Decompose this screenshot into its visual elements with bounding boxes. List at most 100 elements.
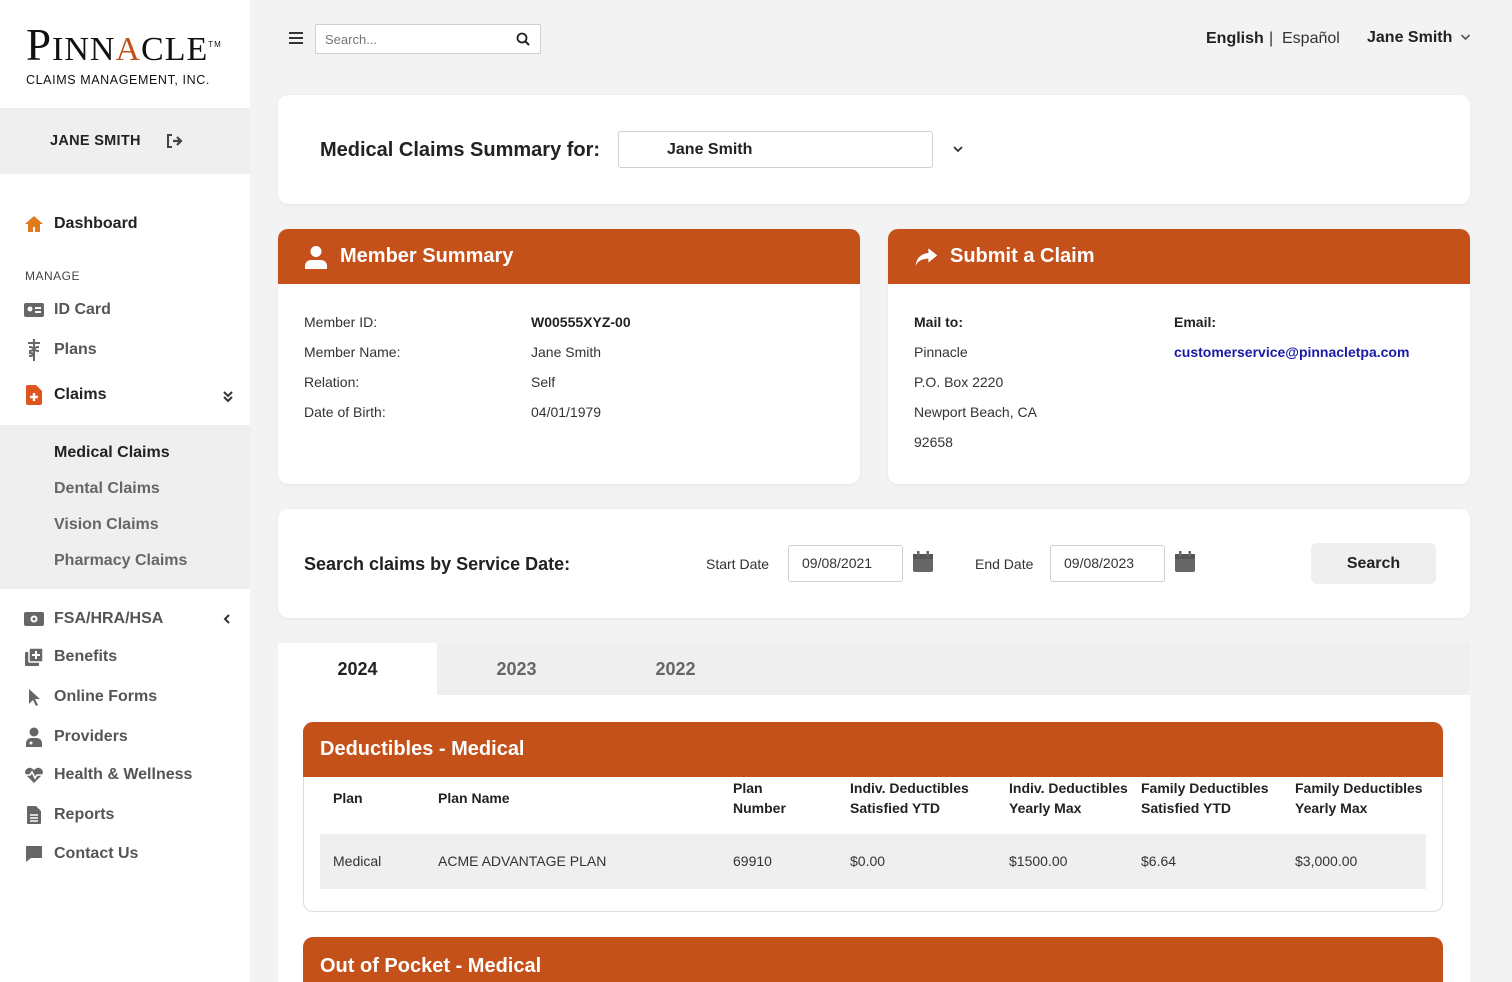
start-date-label: Start Date bbox=[706, 556, 770, 572]
search-claims-label: Search claims by Service Date: bbox=[304, 554, 571, 574]
sidebar-subitem-pharmacy-claims[interactable]: Pharmacy Claims bbox=[54, 552, 187, 570]
deductibles-title: Deductibles - Medical bbox=[303, 722, 1443, 777]
deductibles-card: Deductibles - Medical Plan Plan Name Pla… bbox=[303, 722, 1443, 912]
member-id-value: W00555XYZ-00 bbox=[531, 314, 631, 330]
search-button[interactable]: Search bbox=[1311, 543, 1436, 584]
tab-2022[interactable]: 2022 bbox=[596, 643, 755, 695]
sidebar-item-label: Providers bbox=[54, 728, 128, 745]
logo-subtitle: CLAIMS MANAGEMENT, INC. bbox=[26, 73, 210, 87]
email-label: Email: bbox=[1174, 314, 1217, 330]
table-cell-family-max: $3,000.00 bbox=[1295, 853, 1358, 869]
chevron-down-icon bbox=[1460, 32, 1471, 44]
table-cell-indiv-satisfied: $0.00 bbox=[850, 853, 886, 869]
member-name-label: Member Name: bbox=[304, 344, 401, 360]
search-claims-card: Search claims by Service Date: Start Dat… bbox=[278, 509, 1470, 618]
mail-line: Newport Beach, CA bbox=[914, 404, 1037, 420]
language-english[interactable]: English bbox=[1206, 30, 1264, 48]
table-header-family-satisfied: Family Deductibles Satisfied YTD bbox=[1141, 780, 1269, 816]
end-date-label: End Date bbox=[975, 556, 1034, 572]
submit-claim-header: Submit a Claim bbox=[888, 229, 1470, 284]
out-of-pocket-title: Out of Pocket - Medical bbox=[303, 937, 1443, 982]
sidebar-item-claims[interactable]: Claims bbox=[24, 383, 106, 407]
money-icon bbox=[24, 609, 44, 629]
double-chevron-down-icon[interactable] bbox=[222, 389, 234, 406]
sidebar-item-label: Reports bbox=[54, 806, 115, 823]
sidebar-subitem-medical-claims[interactable]: Medical Claims bbox=[54, 444, 170, 462]
sidebar: PINNACLETM CLAIMS MANAGEMENT, INC. JANE … bbox=[0, 0, 250, 982]
sidebar-item-label: Claims bbox=[54, 386, 107, 403]
mail-line: P.O. Box 2220 bbox=[914, 374, 1004, 390]
logo-text-2: CLE bbox=[141, 31, 209, 68]
claims-submenu: Medical Claims Dental Claims Vision Clai… bbox=[0, 425, 250, 589]
member-summary-header: Member Summary bbox=[278, 229, 860, 284]
sidebar-item-fsa[interactable]: FSA/HRA/HSA bbox=[24, 607, 163, 631]
home-icon bbox=[24, 214, 44, 234]
sidebar-item-online-forms[interactable]: Online Forms bbox=[24, 685, 157, 709]
logo-text-1: INN bbox=[52, 31, 116, 68]
sidebar-item-health-wellness[interactable]: Health & Wellness bbox=[24, 763, 192, 787]
sidebar-item-label: Benefits bbox=[54, 648, 118, 665]
calendar-icon[interactable] bbox=[1174, 551, 1196, 573]
table-cell-family-satisfied: $6.64 bbox=[1141, 853, 1177, 869]
sidebar-item-benefits[interactable]: Benefits bbox=[24, 645, 117, 669]
medical-plus-icon bbox=[24, 647, 44, 667]
member-select[interactable]: Jane Smith bbox=[618, 131, 933, 168]
user-menu[interactable]: Jane Smith bbox=[1367, 29, 1471, 47]
sidebar-item-providers[interactable]: Providers bbox=[24, 725, 128, 749]
chevron-left-icon[interactable] bbox=[222, 612, 232, 629]
pinnacle-logo[interactable]: PINNACLETM CLAIMS MANAGEMENT, INC. bbox=[26, 23, 236, 88]
table-cell-plan-number: 69910 bbox=[733, 853, 772, 869]
table-header-family-max: Family Deductibles Yearly Max bbox=[1295, 780, 1423, 816]
mail-to-label: Mail to: bbox=[914, 314, 963, 330]
sidebar-subitem-dental-claims[interactable]: Dental Claims bbox=[54, 480, 160, 498]
table-cell-plan: Medical bbox=[333, 853, 382, 869]
start-date-input[interactable]: 09/08/2021 bbox=[788, 545, 903, 582]
logo-accent-letter: A bbox=[115, 31, 142, 68]
tab-2023[interactable]: 2023 bbox=[437, 643, 596, 695]
end-date-input[interactable]: 09/08/2023 bbox=[1050, 545, 1165, 582]
sidebar-item-dashboard[interactable]: Dashboard bbox=[24, 212, 138, 236]
relation-value: Self bbox=[531, 374, 556, 390]
table-header-indiv-max: Indiv. Deductibles Yearly Max bbox=[1009, 780, 1128, 816]
share-arrow-icon bbox=[914, 245, 938, 269]
document-icon bbox=[24, 805, 44, 825]
sidebar-item-label: FSA/HRA/HSA bbox=[54, 610, 164, 627]
sidebar-item-plans[interactable]: Plans bbox=[24, 338, 97, 362]
member-summary-card: Member Summary Member ID: W00555XYZ-00 M… bbox=[278, 229, 860, 484]
sidebar-user-name: JANE SMITH bbox=[50, 133, 141, 149]
sidebar-item-id-card[interactable]: ID Card bbox=[24, 298, 111, 322]
sidebar-item-label: Plans bbox=[54, 341, 97, 358]
search-input[interactable] bbox=[316, 25, 506, 53]
sidebar-item-reports[interactable]: Reports bbox=[24, 803, 114, 827]
id-card-icon bbox=[24, 300, 44, 320]
user-icon bbox=[304, 245, 328, 269]
logout-icon[interactable] bbox=[165, 132, 183, 150]
sidebar-item-label: Dashboard bbox=[54, 215, 138, 232]
submit-claim-title: Submit a Claim bbox=[950, 245, 1095, 267]
sidebar-subitem-vision-claims[interactable]: Vision Claims bbox=[54, 516, 159, 534]
hamburger-menu-icon[interactable] bbox=[289, 32, 303, 47]
heartbeat-icon bbox=[24, 765, 44, 785]
logo-trademark: TM bbox=[208, 40, 222, 49]
logo-letter: P bbox=[26, 20, 53, 70]
sidebar-item-contact-us[interactable]: Contact Us bbox=[24, 842, 138, 866]
submit-claim-card: Submit a Claim Mail to: Pinnacle P.O. Bo… bbox=[888, 229, 1470, 484]
language-spanish[interactable]: Español bbox=[1282, 30, 1340, 48]
dob-value: 04/01/1979 bbox=[531, 404, 602, 420]
chat-icon bbox=[24, 844, 44, 864]
manage-section-label: MANAGE bbox=[25, 269, 81, 283]
chevron-down-icon[interactable] bbox=[952, 142, 964, 156]
table-header-plan: Plan bbox=[333, 790, 363, 806]
mail-line: 92658 bbox=[914, 434, 953, 450]
search-icon[interactable] bbox=[516, 32, 530, 46]
doctor-icon bbox=[24, 727, 44, 747]
tab-2024[interactable]: 2024 bbox=[278, 643, 437, 695]
email-link[interactable]: customerservice@pinnacletpa.com bbox=[1174, 344, 1409, 360]
member-id-label: Member ID: bbox=[304, 314, 378, 330]
search-field[interactable] bbox=[315, 24, 541, 54]
sidebar-item-label: Online Forms bbox=[54, 688, 158, 705]
table-header-plan-number: Plan Number bbox=[733, 780, 786, 816]
year-tabs-section: 2024 2023 2022 Deductibles - Medical Pla… bbox=[278, 643, 1470, 982]
calendar-icon[interactable] bbox=[912, 551, 934, 573]
mail-line: Pinnacle bbox=[914, 344, 968, 360]
